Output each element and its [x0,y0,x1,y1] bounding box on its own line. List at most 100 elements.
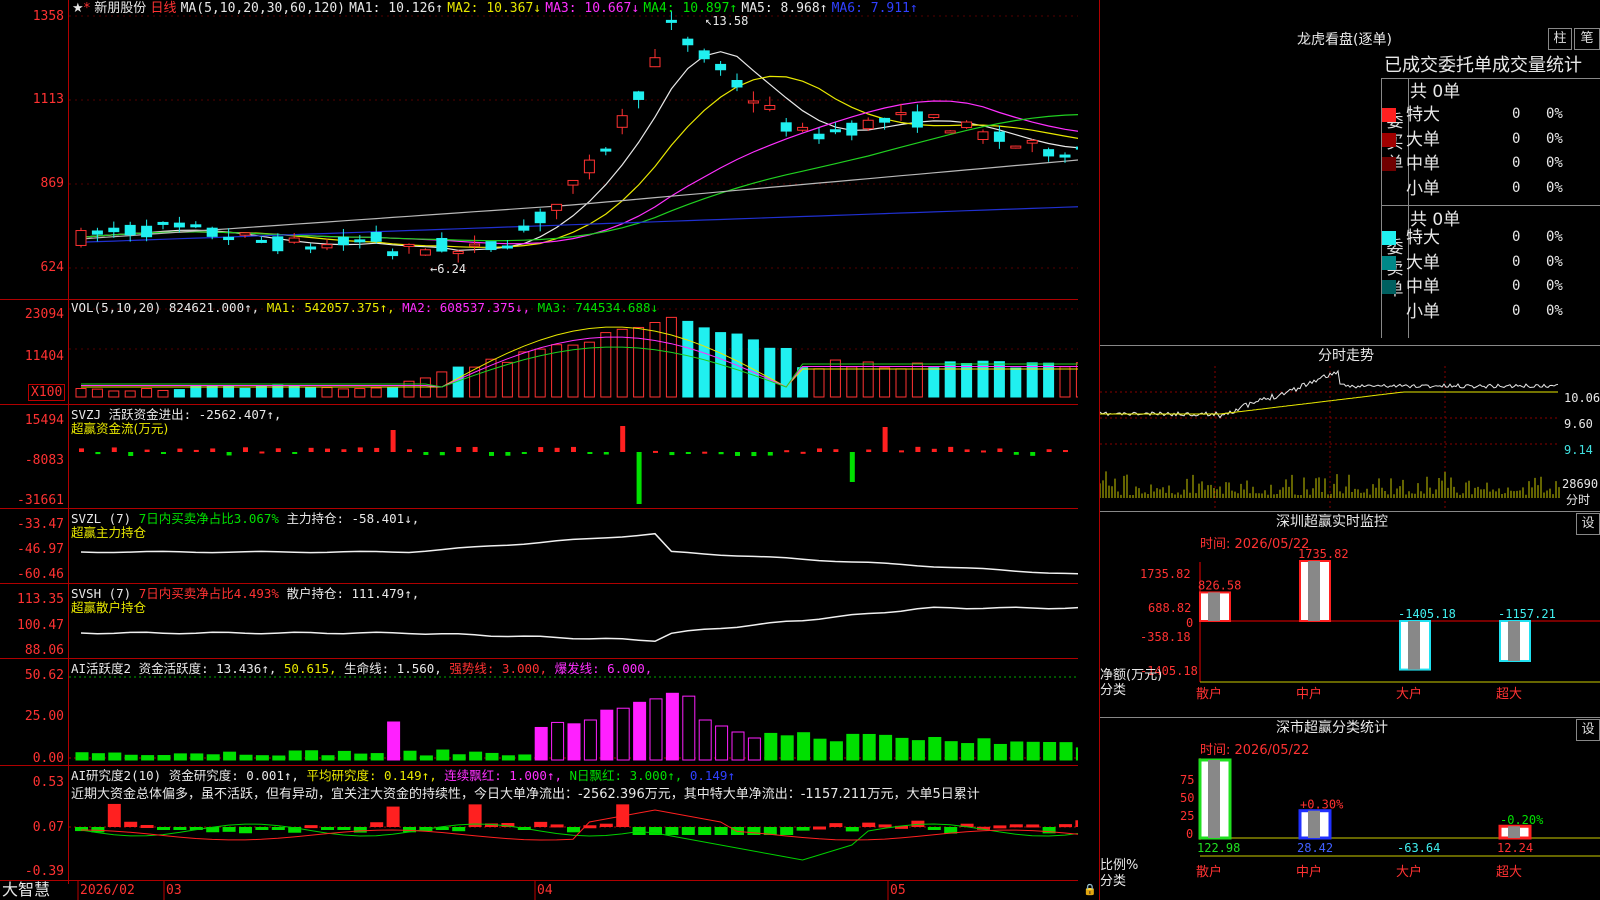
flow-bar [849,452,855,482]
candle-body [600,148,612,152]
candle-body [75,230,87,246]
svsh-sub: 超赢散户持仓 [71,600,147,615]
class-bar-shade [1308,810,1320,838]
flow-bar [866,449,872,452]
monitor-value-label: 1735.82 [1298,547,1349,561]
activity-bar [1010,741,1024,761]
volume-bar [698,327,710,398]
activity-bar [616,707,630,761]
svsh-hold: 散户持仓: 111.479↑, [286,586,420,601]
candle-body [977,131,989,140]
order-size-label: 大单 [1406,129,1440,150]
candle-body [780,122,792,132]
pen-view-button[interactable]: 笔 [1574,28,1600,50]
vol-unit-label[interactable]: X100 [28,384,66,401]
flow-bar [817,448,822,452]
szc-ylabel-1: 比例% [1100,858,1139,873]
dragon-tiger-subtitle: 已成交委托单成交量统计 [1384,55,1582,76]
activity-bar [649,698,663,761]
candle-body [305,246,317,250]
research-bar [1059,824,1072,828]
activity-bar [337,750,351,761]
research-bar [829,823,843,827]
sz-monitor-panel[interactable]: 深圳超赢实时监控 设 时间: 2026/05/22 826.58 散户 1735.8… [1100,512,1600,717]
flow-bar [259,451,265,454]
stock-name[interactable]: 新朋股份 [94,1,146,16]
order-count: 0 [1512,179,1521,196]
ai-research-cont: 连续飘红: 1.000↑, [444,768,562,783]
activity-bar [403,750,417,761]
activity-bar [469,751,483,761]
star-icon[interactable]: ★ [72,1,84,16]
retail-hold-line [80,606,1078,643]
period-label[interactable]: 日线 [150,1,176,16]
candle-body [879,117,891,123]
candle-body [797,126,809,131]
order-color-swatch [1382,181,1396,196]
intraday-chart [1100,366,1560,508]
flow-bar [308,447,314,452]
volume-bar [305,386,317,398]
activity-bar [715,725,729,761]
brand-logo[interactable]: 大智慧 [2,881,50,899]
vol-axis-2: 11404 [24,349,64,364]
activity-bar [797,732,811,761]
activity-bar [206,754,220,761]
ai-active-axis-2: 25.00 [24,709,64,724]
svzl-axis-1: -33.47 [17,517,64,532]
vol-ma3: MA3: 744534.688↓ [537,300,659,315]
order-pct: 0% [1546,155,1563,171]
activity-bar [518,754,532,761]
candle-body [387,251,399,257]
svzj-axis-3: -31661 [17,493,64,508]
flow-bar [669,452,675,456]
flow-bar [1013,452,1019,455]
bar-view-button[interactable]: 柱 [1548,28,1572,50]
flow-bar [325,448,330,452]
volume-bar [583,341,595,398]
lock-icon[interactable]: 🔒 [1083,882,1097,897]
intraday-price-1: 10.06 [1564,391,1600,405]
candle-body [698,50,710,60]
activity-bar [305,750,319,761]
flow-bar [521,452,527,454]
research-bar [304,825,318,829]
monitor-category-label: 散户 [1196,686,1222,702]
research-bar [140,824,154,828]
szc-axis-3: 25 [1180,809,1195,823]
ai-active-header: AI活跃度2 资金活跃度: 13.436↑, 50.615, 生命线: 1.56… [71,661,652,676]
candle-body [501,245,513,249]
candle-body [518,225,530,231]
sz-class-panel[interactable]: 深市超赢分类统计 设 时间: 2026/05/22 122.98 散户 +0.30%… [1100,718,1600,900]
main-chart-area[interactable]: ★* 新朋股份 日线 MA(5,10,20,30,60,120) MA1: 10… [0,0,1097,900]
date-label-apr: 04 [537,883,553,898]
volume-bar [813,368,825,398]
ai-research-axis-2: 0.07 [32,820,64,835]
szm-axis-2: 688.82 [1148,601,1192,615]
candle-body [403,243,415,247]
vol-label: VOL(5,10,20) [71,300,162,315]
ai-active-strong: 强势线: 3.000, [449,661,548,676]
flow-bar [571,446,576,452]
ai-active-burst: 爆发线: 6.000, [554,661,653,676]
main-hold-line [80,532,1078,575]
ai-active-v2: 50.615, [283,661,337,676]
order-pct: 0% [1546,106,1563,122]
monitor-category-label: 大户 [1396,686,1422,702]
candle-body [682,38,694,46]
volume-bar [895,368,907,398]
candle-body [173,222,185,228]
flow-bar [177,448,183,452]
monitor-value-label: 826.58 [1198,578,1241,592]
flow-bar [784,450,790,453]
flow-bar [603,452,609,455]
volume-bar [911,362,923,398]
flow-bar [275,448,281,452]
candle-body [731,80,743,88]
szm-ylabel-2: 分类 [1100,683,1127,698]
intraday-panel[interactable]: 分时走势 10.06 9.60 9.14 28690 分时 [1100,346,1600,511]
candle-body [813,133,825,140]
volume-bar [1010,367,1022,398]
date-label-feb: 2026/02 [80,883,135,898]
order-count: 0 [1512,278,1521,294]
